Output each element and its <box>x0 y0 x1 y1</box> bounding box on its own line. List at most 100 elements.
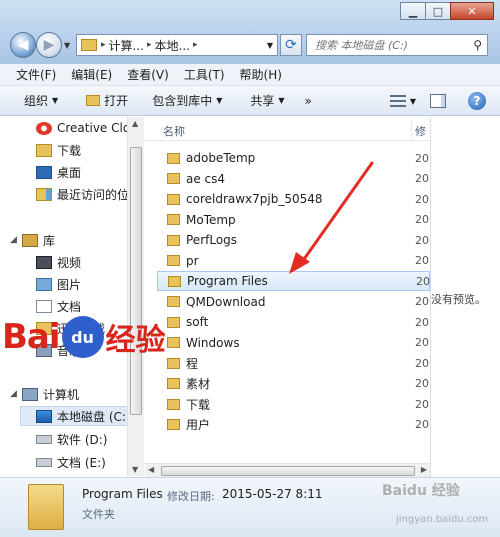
picture-icon <box>36 277 52 291</box>
file-name: ae cs4 <box>186 171 226 186</box>
help-icon[interactable]: ? <box>468 92 486 110</box>
file-list: 名称 修 adobeTemp 20 ae cs4 20 coreldrawx7pjb_5… <box>145 117 430 464</box>
chevron-down-icon: ▼ <box>216 96 223 105</box>
file-row[interactable]: 下载 20 <box>157 394 430 414</box>
file-row[interactable]: coreldrawx7pjb_50548 20 <box>157 189 430 209</box>
nav-scrollbar[interactable]: ▲ ▼ <box>127 117 144 476</box>
nav-item-libraries[interactable]: 库 <box>22 230 55 250</box>
title-bar: ▁ □ ✕ ◀ ▶ ▼ ▸ 计算... ▸ 本地... ▸ ▼ ⟳ ⚲ <box>0 0 500 64</box>
column-name[interactable]: 名称 <box>163 123 185 139</box>
file-row[interactable]: ae cs4 20 <box>157 169 430 189</box>
nav-item-pictures[interactable]: 图片 <box>36 274 81 294</box>
search-icon[interactable]: ⚲ <box>473 38 482 52</box>
details-item-name: Program Files <box>82 487 163 501</box>
menu-help[interactable]: 帮助(H) <box>240 66 282 83</box>
nav-item-recent-places[interactable]: 最近访问的位 <box>36 184 129 204</box>
expand-computer-icon[interactable]: ◢ <box>10 389 17 399</box>
file-date-modified: 20 <box>415 151 429 165</box>
file-name: 下载 <box>186 397 211 412</box>
file-name: Windows <box>186 335 240 350</box>
nav-scroll-thumb[interactable] <box>130 147 142 415</box>
menu-file[interactable]: 文件(F) <box>16 66 56 83</box>
bottom-watermark: Baidu 经验 <box>382 483 460 499</box>
breadcrumb-computer[interactable]: 计算... <box>109 37 144 54</box>
nav-item-videos[interactable]: 视频 <box>36 252 81 272</box>
nav-item-label: 桌面 <box>57 165 82 180</box>
close-button[interactable]: ✕ <box>450 2 494 20</box>
file-row[interactable]: soft 20 <box>157 312 430 332</box>
breadcrumb-local-disk[interactable]: 本地... <box>155 37 190 54</box>
breadcrumb-separator[interactable]: ▸ <box>101 40 106 50</box>
breadcrumb-separator[interactable]: ▸ <box>147 40 152 50</box>
file-list-hscrollbar[interactable]: ◀ ▶ <box>145 463 430 477</box>
window-controls: ▁ □ ✕ <box>400 2 494 20</box>
file-date-modified: 20 <box>415 254 429 267</box>
open-button[interactable]: 打开 <box>86 92 128 109</box>
menu-view[interactable]: 查看(V) <box>127 66 169 83</box>
scroll-right-icon[interactable]: ▶ <box>421 465 427 474</box>
nav-item-drive-e[interactable]: 文档 (E:) <box>36 452 106 472</box>
refresh-button[interactable]: ⟳ <box>280 34 302 56</box>
nav-item-label: 计算机 <box>43 387 80 402</box>
column-divider[interactable] <box>411 120 412 138</box>
nav-item-local-disk-c[interactable]: 本地磁盘 (C:) <box>36 406 131 426</box>
no-preview-text: 没有预览。 <box>431 293 486 306</box>
scroll-left-icon[interactable]: ◀ <box>148 465 154 474</box>
drive-icon <box>36 434 52 444</box>
file-row[interactable]: adobeTemp 20 <box>157 148 430 168</box>
nav-item-computer[interactable]: 计算机 <box>22 384 79 404</box>
folder-icon <box>168 275 181 287</box>
include-in-library-label: 包含到库中 <box>152 94 213 108</box>
preview-pane-icon[interactable] <box>430 94 446 108</box>
organize-label: 组织 <box>24 94 49 108</box>
back-button[interactable]: ◀ <box>10 32 36 58</box>
change-view-icon[interactable] <box>389 95 406 107</box>
nav-item-label: 库 <box>43 233 56 248</box>
address-bar[interactable]: ▸ 计算... ▸ 本地... ▸ ▼ <box>76 34 278 56</box>
file-row[interactable]: MoTemp 20 <box>157 210 430 230</box>
scroll-down-icon[interactable]: ▼ <box>132 465 138 474</box>
search-box[interactable]: ⚲ <box>306 34 488 56</box>
file-row[interactable]: Windows 20 <box>157 333 430 353</box>
view-dropdown-icon[interactable]: ▼ <box>410 97 416 106</box>
hscroll-thumb[interactable] <box>161 466 415 476</box>
file-row[interactable]: PerfLogs 20 <box>157 230 430 250</box>
nav-item-downloads[interactable]: 下载 <box>36 140 81 160</box>
file-date-modified: 20 <box>415 233 429 247</box>
file-row[interactable]: 程 20 <box>157 353 430 373</box>
nav-item-creative-cloud[interactable]: Creative Clo <box>36 118 130 138</box>
address-dropdown-icon[interactable]: ▼ <box>267 41 273 50</box>
file-row[interactable]: 用户 20 <box>157 415 430 435</box>
preview-pane: 没有预览。 <box>430 117 500 477</box>
more-commands-button[interactable]: » <box>305 94 312 108</box>
organize-button[interactable]: 组织 ▼ <box>24 92 58 109</box>
expand-libraries-icon[interactable]: ◢ <box>10 235 17 245</box>
file-date-modified: 20 <box>415 397 429 411</box>
nav-item-desktop[interactable]: 桌面 <box>36 162 81 182</box>
minimize-button[interactable]: ▁ <box>400 2 426 20</box>
menu-tools[interactable]: 工具(T) <box>184 66 225 83</box>
file-row[interactable]: Program Files 20 <box>157 271 430 291</box>
column-modified[interactable]: 修 <box>415 123 426 139</box>
file-row[interactable]: pr 20 <box>157 251 430 271</box>
folder-icon <box>167 214 180 225</box>
recent-pages-dropdown-icon[interactable]: ▼ <box>64 41 70 50</box>
search-input[interactable] <box>315 38 465 52</box>
maximize-button[interactable]: □ <box>425 2 451 20</box>
nav-item-label: 文档 (E:) <box>57 455 106 470</box>
chevron-down-icon: ▼ <box>278 96 285 105</box>
command-bar: 组织 ▼ 打开 包含到库中 ▼ 共享 ▼ » ▼ ? <box>0 86 500 116</box>
include-in-library-button[interactable]: 包含到库中 ▼ <box>152 92 222 109</box>
file-row[interactable]: 素材 20 <box>157 374 430 394</box>
file-row[interactable]: QMDownload 20 <box>157 292 430 312</box>
nav-item-drive-d[interactable]: 软件 (D:) <box>36 429 107 449</box>
breadcrumb-separator[interactable]: ▸ <box>193 40 198 50</box>
file-date-modified: 20 <box>415 172 429 185</box>
menu-edit[interactable]: 编辑(E) <box>71 66 112 83</box>
nav-item-label: 软件 (D:) <box>57 432 108 447</box>
share-button[interactable]: 共享 ▼ <box>250 92 284 109</box>
more-label: » <box>304 93 312 108</box>
scroll-up-icon[interactable]: ▲ <box>132 119 138 128</box>
local-disk-icon <box>36 409 52 423</box>
forward-button[interactable]: ▶ <box>36 32 62 58</box>
